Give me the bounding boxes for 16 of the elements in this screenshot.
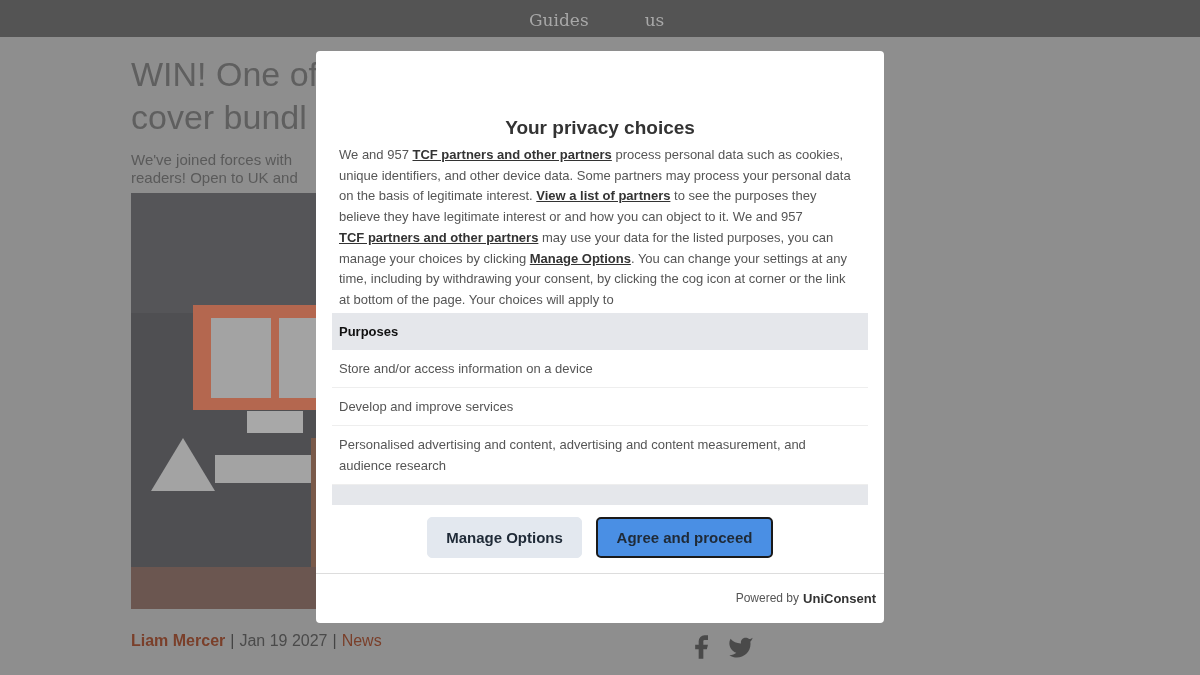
consent-text: We and 957 TCF partners and other partners process personal data such as cookies, unique identifiers, and other device data. Some partners may process your personal data on the basis of legitimate interest. View a list of partners to see the purposes they believe they have legitimate interest or and how you can object to it. We and 957 TCF partners and other partners may use your data for the listed purposes, you can manage your choices by clicking Manage Options. You can change your settings at any time, including by withdrawing your consent, by clicking the cog icon at corner or the link at bottom of the page. Your choices will apply to (339, 146, 852, 309)
separator: | (230, 632, 235, 650)
purpose-item[interactable]: Store and/or access information on a device (332, 350, 868, 388)
text-link[interactable]: TCF partners and other partners (412, 147, 612, 162)
separator: | (332, 632, 337, 650)
purpose-item[interactable]: Develop and improve services (332, 388, 868, 426)
text-link[interactable]: View a list of partners (536, 188, 671, 204)
publish-date: Jan 19 2027 (239, 632, 328, 650)
powered-by-label: Powered by (735, 591, 800, 606)
manage-button[interactable]: Manage Options (427, 517, 582, 558)
agree-button[interactable]: Agree and proceed (596, 517, 773, 558)
dialog-title: Your privacy choices (504, 117, 696, 139)
brand-name[interactable]: UniConsent (803, 591, 876, 606)
text-link[interactable]: Manage Options (529, 250, 631, 266)
text-link[interactable]: TCF partners and other partners (339, 229, 539, 245)
section-heading: Purposes (332, 313, 868, 350)
